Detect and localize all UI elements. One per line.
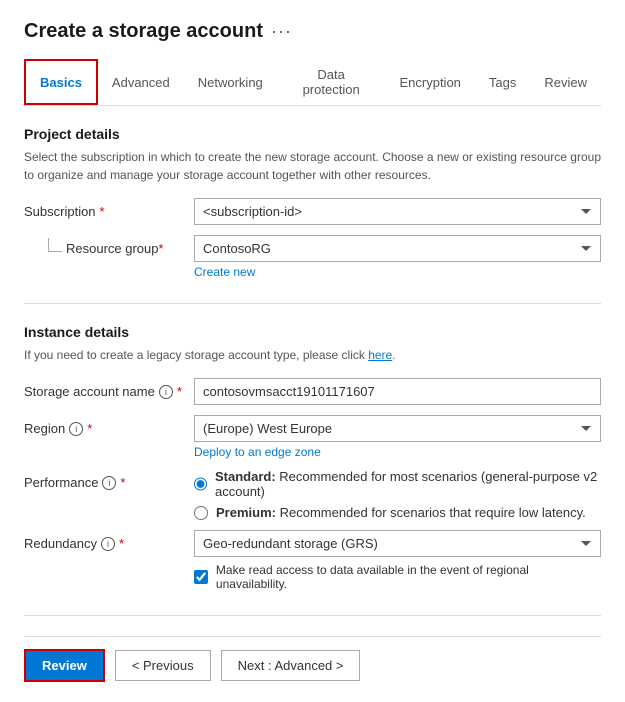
redundancy-field-row: Redundancy i * Geo-redundant storage (GR…	[24, 530, 601, 591]
page-container: Create a storage account ··· Basics Adva…	[0, 0, 625, 702]
tabs-row: Basics Advanced Networking Data protecti…	[24, 59, 601, 106]
region-required: *	[87, 421, 92, 436]
deploy-edge-zone-link[interactable]: Deploy to an edge zone	[194, 445, 601, 459]
performance-control: Standard: Recommended for most scenarios…	[194, 469, 601, 520]
ellipsis-button[interactable]: ···	[271, 21, 292, 42]
instance-details-desc: If you need to create a legacy storage a…	[24, 346, 601, 364]
project-details-desc: Select the subscription in which to crea…	[24, 148, 601, 184]
performance-standard-radio[interactable]	[194, 477, 207, 491]
read-access-checkbox-row: Make read access to data available in th…	[194, 563, 601, 591]
performance-field-row: Performance i * Standard: Recommended fo…	[24, 469, 601, 520]
page-title: Create a storage account	[24, 20, 263, 43]
performance-info-icon[interactable]: i	[102, 476, 116, 490]
review-button[interactable]: Review	[24, 649, 105, 682]
footer-divider	[24, 615, 601, 616]
subscription-dropdown[interactable]: <subscription-id>	[194, 198, 601, 225]
read-access-checkbox[interactable]	[194, 570, 208, 584]
account-name-label: Storage account name i *	[24, 378, 194, 399]
subscription-field-row: Subscription * <subscription-id>	[24, 198, 601, 225]
next-button[interactable]: Next : Advanced >	[221, 650, 361, 681]
tab-networking[interactable]: Networking	[184, 59, 277, 105]
tab-data-protection[interactable]: Data protection	[277, 59, 386, 105]
tab-basics[interactable]: Basics	[24, 59, 98, 105]
tab-advanced[interactable]: Advanced	[98, 59, 184, 105]
account-name-field-row: Storage account name i *	[24, 378, 601, 405]
previous-button[interactable]: < Previous	[115, 650, 211, 681]
resource-group-field-row: Resource group * ContosoRG Create new	[24, 235, 601, 279]
tab-tags[interactable]: Tags	[475, 59, 530, 105]
create-new-link[interactable]: Create new	[194, 265, 601, 279]
legacy-link[interactable]: here	[368, 348, 392, 362]
performance-label: Performance i *	[24, 469, 194, 490]
region-info-icon[interactable]: i	[69, 422, 83, 436]
account-name-info-icon[interactable]: i	[159, 385, 173, 399]
redundancy-info-icon[interactable]: i	[101, 537, 115, 551]
resource-group-required: *	[159, 241, 164, 256]
region-field-row: Region i * (Europe) West Europe Deploy t…	[24, 415, 601, 459]
account-name-control	[194, 378, 601, 405]
performance-premium-radio[interactable]	[194, 506, 208, 520]
project-details-title: Project details	[24, 126, 601, 142]
instance-details-section: Instance details If you need to create a…	[24, 324, 601, 591]
subscription-label: Subscription *	[24, 198, 194, 219]
resource-group-control: ContosoRG Create new	[194, 235, 601, 279]
performance-standard-option[interactable]: Standard: Recommended for most scenarios…	[194, 469, 601, 499]
performance-premium-option[interactable]: Premium: Recommended for scenarios that …	[194, 505, 601, 520]
subscription-control: <subscription-id>	[194, 198, 601, 225]
section-divider	[24, 303, 601, 304]
subscription-required: *	[100, 204, 105, 219]
region-dropdown[interactable]: (Europe) West Europe	[194, 415, 601, 442]
redundancy-control: Geo-redundant storage (GRS) Make read ac…	[194, 530, 601, 591]
redundancy-label: Redundancy i *	[24, 530, 194, 551]
tab-review[interactable]: Review	[530, 59, 601, 105]
performance-radio-group: Standard: Recommended for most scenarios…	[194, 469, 601, 520]
account-name-input[interactable]	[194, 378, 601, 405]
project-details-section: Project details Select the subscription …	[24, 126, 601, 279]
resource-group-dropdown[interactable]: ContosoRG	[194, 235, 601, 262]
read-access-label: Make read access to data available in th…	[216, 563, 601, 591]
region-control: (Europe) West Europe Deploy to an edge z…	[194, 415, 601, 459]
page-title-row: Create a storage account ···	[24, 20, 601, 43]
footer-bar: Review < Previous Next : Advanced >	[24, 636, 601, 682]
performance-required: *	[120, 475, 125, 490]
region-label: Region i *	[24, 415, 194, 436]
redundancy-dropdown[interactable]: Geo-redundant storage (GRS)	[194, 530, 601, 557]
resource-group-label: Resource group *	[24, 235, 194, 256]
instance-details-title: Instance details	[24, 324, 601, 340]
account-name-required: *	[177, 384, 182, 399]
redundancy-required: *	[119, 536, 124, 551]
tab-encryption[interactable]: Encryption	[385, 59, 474, 105]
